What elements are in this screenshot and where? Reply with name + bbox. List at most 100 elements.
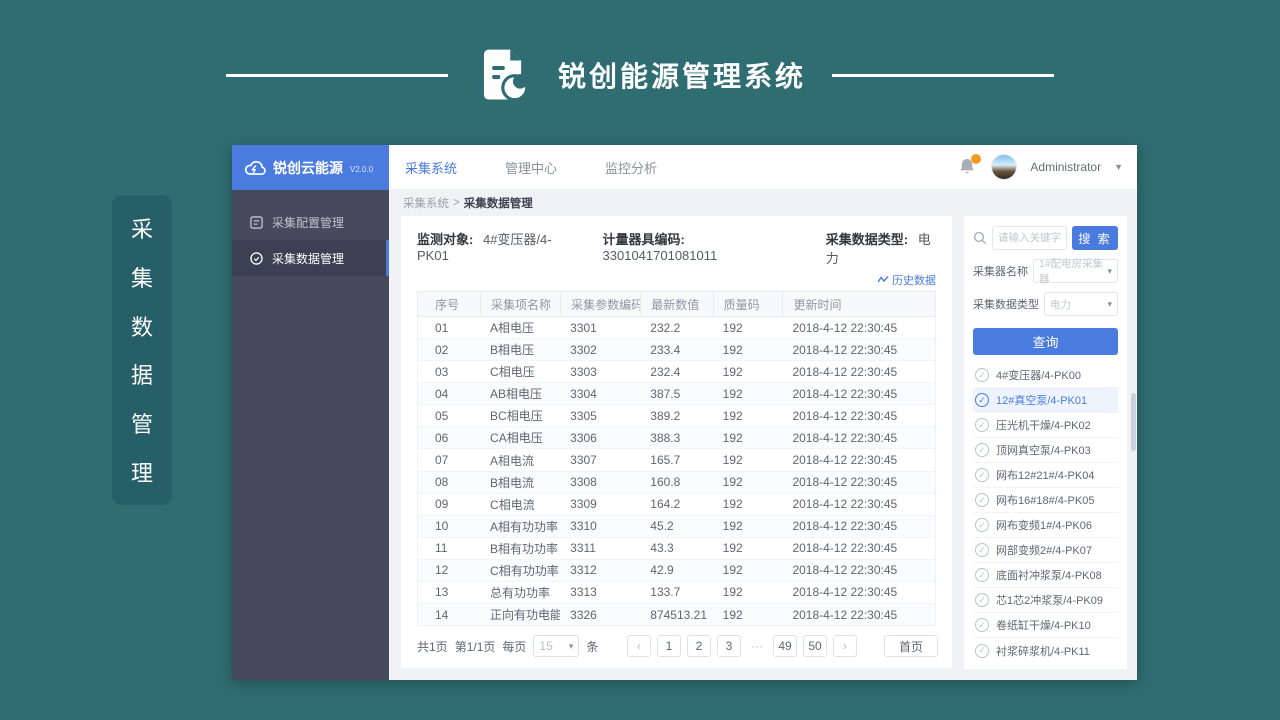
datatype-select[interactable]: 电力 ▾ [1044,292,1118,316]
table-cell: 3326 [560,604,640,625]
table-cell: 3306 [560,427,640,448]
table-cell: 2018-4-12 22:30:45 [782,494,935,515]
table-cell: 192 [713,317,783,338]
breadcrumb-current: 采集数据管理 [464,195,533,211]
page-number-button[interactable]: 50 [803,635,827,657]
vertical-tab-char: 集 [131,261,153,293]
table-cell: 192 [713,494,783,515]
logo-version: V2.0.0 [350,165,373,174]
sidebar-item-collect-config[interactable]: 采集配置管理 [232,204,389,240]
page-buttons: ‹123···4950› [627,635,857,657]
table-cell: B相有功功率 [480,538,560,559]
table-cell: B相电流 [480,472,560,493]
table-cell: 165.7 [640,449,712,470]
page-number-button[interactable]: 49 [773,635,797,657]
table-cell: 2018-4-12 22:30:45 [782,427,935,448]
device-item[interactable]: ✓ 底面衬冲浆泵/4-PK08 [973,563,1118,588]
notification-bell-icon[interactable] [958,157,978,177]
table-cell: 13 [418,582,480,603]
device-item[interactable]: ✓卷纸缸干燥/4-PK10 [973,613,1118,638]
page-number-button[interactable]: 1 [657,635,681,657]
first-page-button[interactable]: 首页 [884,635,938,657]
device-item[interactable]: ✓4#变压器/4-PK00 [973,363,1118,388]
avatar[interactable] [991,154,1017,180]
nav-item[interactable]: 采集系统 [405,158,457,177]
table-row: 08B相电流3308160.81922018-4-12 22:30:45 [418,472,935,494]
topbar-right: Administrator ▼ [958,154,1123,180]
device-item[interactable]: ✓网部变频2#/4-PK07 [973,538,1118,563]
table-cell: 3312 [560,560,640,581]
table-cell: 192 [713,361,783,382]
history-data-link[interactable]: 历史数据 [877,272,936,288]
table-cell: 3310 [560,516,640,537]
search-input[interactable] [992,226,1067,250]
page-number-button[interactable]: 2 [687,635,711,657]
device-item[interactable]: ✓芯1芯2冲浆泵/4-PK09 [973,588,1118,613]
info-row: 监测对象: 4#变压器/4-PK01 计量器具编码: 3301041701081… [401,216,952,271]
page-number-button[interactable]: 3 [717,635,741,657]
table-cell: 3307 [560,449,640,470]
vertical-tab-collect-data[interactable]: 采集数据管理 [112,195,172,505]
table-cell: 3309 [560,494,640,515]
table-cell: 04 [418,383,480,404]
table-cell: 06 [418,427,480,448]
table-row: 12C相有功功率331242.91922018-4-12 22:30:45 [418,560,935,582]
check-circle-icon: ✓ [975,644,989,658]
table-cell: 02 [418,339,480,360]
nav-item[interactable]: 管理中心 [505,158,557,177]
table-cell: 2018-4-12 22:30:45 [782,516,935,537]
table-cell: 14 [418,604,480,625]
search-button[interactable]: 搜 索 [1072,226,1118,250]
breadcrumb-parent[interactable]: 采集系统 [403,195,449,211]
table-cell: 07 [418,449,480,470]
device-list: ✓4#变压器/4-PK00✓12#真空泵/4-PK01✓压光机干燥/4-PK02… [973,363,1118,663]
device-item-label: 网部变频2#/4-PK07 [996,542,1092,558]
device-item[interactable]: ✓压光机干燥/4-PK02 [973,413,1118,438]
breadcrumb: 采集系统 > 采集数据管理 [389,190,1137,216]
prev-page-button[interactable]: ‹ [627,635,651,657]
device-item-label: 网布变频1#/4-PK06 [996,517,1092,533]
per-page-select[interactable]: 15 ▾ [533,635,579,657]
nav-item[interactable]: 监控分析 [605,158,657,177]
check-circle-icon: ✓ [975,568,989,582]
table-header: 序号采集项名称采集参数编码最新数值质量码更新时间 [417,291,936,317]
query-button[interactable]: 查询 [973,328,1118,355]
monitor-object-label: 监测对象: [417,232,473,247]
sidebar: 锐创云能源 V2.0.0 采集配置管理 采集数据管理 [232,145,389,680]
table-row: 03C相电压3303232.41922018-4-12 22:30:45 [418,361,935,383]
device-item[interactable]: ✓网布变频1#/4-PK06 [973,513,1118,538]
device-item[interactable]: ✓衬浆碎浆机/4-PK11 [973,638,1118,663]
device-item[interactable]: ✓顶网真空泵/4-PK03 [973,438,1118,463]
device-item-label: 底面衬冲浆泵/4-PK08 [996,567,1102,583]
device-item[interactable]: ✓网布16#18#/4-PK05 [973,488,1118,513]
check-circle-icon: ✓ [975,468,989,482]
meter-code-label: 计量器具编码: [603,232,685,247]
table-cell: 03 [418,361,480,382]
table-cell: AB相电压 [480,383,560,404]
collector-label: 采集器名称 [973,263,1028,279]
table-cell: 01 [418,317,480,338]
table-cell: 387.5 [640,383,712,404]
device-item[interactable]: ✓网布12#21#/4-PK04 [973,463,1118,488]
data-type-label: 采集数据类型: [826,232,908,247]
table-cell: 总有功功率 [480,582,560,603]
scrollbar-thumb[interactable] [1131,393,1136,451]
table-row: 04AB相电压3304387.51922018-4-12 22:30:45 [418,383,935,405]
device-item[interactable]: ✓12#真空泵/4-PK01 [973,388,1118,413]
table-cell: 388.3 [640,427,712,448]
sidebar-item-collect-data[interactable]: 采集数据管理 [232,240,389,276]
table-cell: 192 [713,516,783,537]
table-cell: 2018-4-12 22:30:45 [782,604,935,625]
table-cell: 09 [418,494,480,515]
collector-select[interactable]: 1#配电房采集器 ▾ [1033,259,1118,283]
table-cell: 192 [713,405,783,426]
app-window: 锐创云能源 V2.0.0 采集配置管理 采集数据管理 [232,145,1137,680]
app-logo: 锐创云能源 V2.0.0 [232,145,389,190]
table-cell: 2018-4-12 22:30:45 [782,383,935,404]
table-row: 10A相有功功率331045.21922018-4-12 22:30:45 [418,516,935,538]
next-page-button[interactable]: › [833,635,857,657]
collector-row: 采集器名称 1#配电房采集器 ▾ [973,259,1118,283]
datatype-label: 采集数据类型 [973,296,1039,312]
meter-code-value: 3301041701081011 [603,248,718,263]
chevron-down-icon[interactable]: ▼ [1114,162,1123,172]
